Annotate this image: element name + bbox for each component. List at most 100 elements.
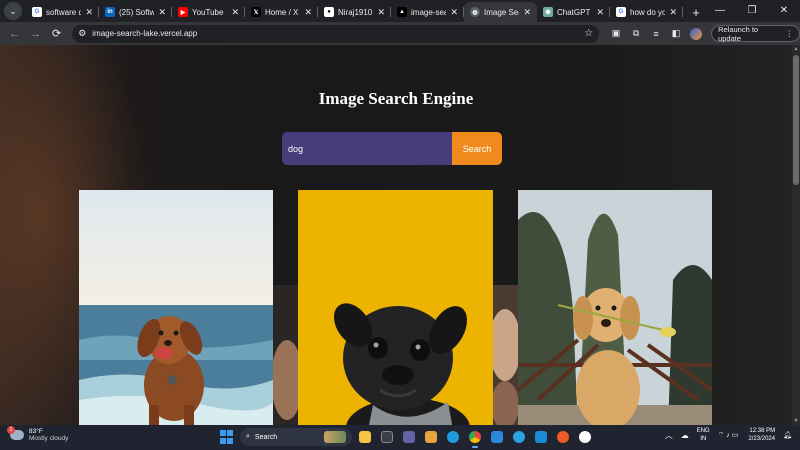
- search-icon: ⌕: [246, 433, 250, 440]
- address-bar[interactable]: ⚙ image-search-lake.vercel.app ☆: [72, 24, 600, 43]
- more-menu-icon[interactable]: ⋮: [785, 29, 793, 38]
- tab-image-search-active[interactable]: ◍ Image Search ✕: [464, 2, 537, 22]
- weather-condition: Mostly cloudy: [29, 435, 69, 442]
- windows-taskbar: 1 83°F Mostly cloudy ⌕ Search ︿ ☁ ENG IN…: [0, 425, 800, 450]
- search-button[interactable]: Search: [452, 132, 502, 165]
- tab-title: Niraj1910 - G: [338, 7, 373, 17]
- taskbar-search-box[interactable]: ⌕ Search: [240, 428, 352, 446]
- telegram-app-icon[interactable]: [510, 428, 528, 446]
- onedrive-icon[interactable]: ☁: [681, 431, 689, 440]
- clock-date-text: 2/23/2024: [748, 436, 776, 442]
- tab-youtube[interactable]: ▶ YouTube ✕: [172, 2, 245, 22]
- linkedin-icon: in: [105, 7, 115, 17]
- show-hidden-icons-chevron-icon[interactable]: ︿: [665, 430, 673, 441]
- media-controls-icon[interactable]: ≡: [647, 25, 665, 43]
- vercel-icon: ▲: [397, 7, 407, 17]
- tab-close-icon[interactable]: ✕: [231, 7, 239, 18]
- github-desktop-app-icon[interactable]: [576, 428, 594, 446]
- forward-arrow-icon[interactable]: →: [26, 24, 45, 44]
- wifi-volume-battery-icons[interactable]: ⌔♪▭: [718, 431, 741, 440]
- tab-github[interactable]: ● Niraj1910 - G ✕: [318, 2, 391, 22]
- tab-title: (25) Software: [119, 7, 155, 17]
- chrome-app-icon[interactable]: [466, 428, 484, 448]
- tab-search-chevron-icon[interactable]: ⌄: [4, 2, 22, 20]
- windows-start-icon[interactable]: [218, 428, 236, 446]
- file-explorer-app-icon[interactable]: [356, 428, 374, 446]
- tab-title: ChatGPT: [557, 7, 591, 17]
- image-result-card[interactable]: [298, 190, 493, 425]
- clock-time: 12:38 PM: [749, 428, 776, 434]
- weather-widget[interactable]: 1 83°F Mostly cloudy: [7, 426, 69, 442]
- dog-beach-image: [79, 190, 273, 425]
- folder-app-icon[interactable]: [422, 428, 440, 446]
- tab-close-icon[interactable]: ✕: [85, 7, 93, 18]
- tab-title: YouTube: [192, 7, 224, 17]
- language-indicator[interactable]: ENG IN: [697, 427, 710, 443]
- close-window-icon[interactable]: ✕: [768, 0, 800, 20]
- notification-bell-icon[interactable]: 🔔︎: [783, 431, 792, 439]
- tab-title: Home / X: [265, 7, 299, 17]
- system-tray: ︿ ☁ ENG IN ⌔♪▭ 12:38 PM 2/23/2024 🔔︎: [665, 427, 792, 443]
- background-image-peek: [273, 285, 298, 425]
- language-code: ENG: [696, 428, 710, 434]
- tab-close-icon[interactable]: ✕: [596, 7, 604, 18]
- background-image-peek: [493, 285, 518, 425]
- tab-close-icon[interactable]: ✕: [158, 7, 166, 18]
- google-icon: G: [32, 7, 42, 17]
- tab-x-home[interactable]: 𝕏 Home / X ✕: [245, 2, 318, 22]
- tab-chatgpt[interactable]: ✺ ChatGPT ✕: [537, 2, 610, 22]
- tab-close-icon[interactable]: ✕: [377, 7, 385, 18]
- page-scrollbar[interactable]: ▲ ▼: [792, 45, 800, 425]
- tab-close-icon[interactable]: ✕: [669, 7, 677, 18]
- golden-retriever-flower-image: [518, 190, 712, 425]
- restore-icon[interactable]: ❐: [736, 0, 768, 20]
- google-icon: G: [616, 7, 626, 17]
- x-icon: 𝕏: [251, 7, 261, 17]
- tab-linkedin[interactable]: in (25) Software ✕: [99, 2, 172, 22]
- tab-close-icon[interactable]: ✕: [450, 7, 458, 18]
- reload-icon[interactable]: ⟳: [47, 24, 66, 44]
- tab-vercel[interactable]: ▲ image-search ✕: [391, 2, 464, 22]
- scrollbar-thumb[interactable]: [793, 55, 799, 185]
- search-input[interactable]: [282, 132, 452, 165]
- puzzle-extensions-icon[interactable]: ⧉: [627, 25, 645, 43]
- vscode-app-icon[interactable]: [532, 428, 550, 446]
- browser-tab-strip: ⌄ G software dev ✕ in (25) Software ✕ ▶ …: [0, 0, 800, 22]
- profile-avatar-icon[interactable]: [687, 25, 705, 43]
- clock-date[interactable]: 12:38 PM 2/23/2024: [748, 427, 775, 443]
- relaunch-to-update-button[interactable]: Relaunch to update ⋮: [711, 25, 800, 43]
- search-form: Search: [282, 132, 502, 165]
- tab-close-icon[interactable]: ✕: [304, 7, 312, 18]
- side-panel-icon[interactable]: ◧: [667, 25, 685, 43]
- globe-icon: ◍: [470, 7, 480, 17]
- search-highlight-image: [324, 431, 346, 443]
- postman-app-icon[interactable]: [554, 428, 572, 446]
- taskbar-center: ⌕ Search: [218, 428, 594, 448]
- edge-app-icon[interactable]: [444, 428, 462, 446]
- page-title: Image Search Engine: [318, 89, 474, 108]
- terminal-app-icon[interactable]: [378, 428, 396, 446]
- image-result-card[interactable]: [79, 190, 273, 425]
- tab-software-dev[interactable]: G software dev ✕: [26, 2, 99, 22]
- tab-title: software dev: [46, 7, 82, 17]
- scroll-up-arrow-icon[interactable]: ▲: [792, 45, 800, 53]
- store-app-icon[interactable]: [488, 428, 506, 446]
- back-arrow-icon[interactable]: ←: [5, 24, 24, 44]
- youtube-icon: ▶: [178, 7, 188, 17]
- tab-close-icon[interactable]: ✕: [523, 7, 531, 18]
- tab-title: how do you: [630, 7, 666, 17]
- browser-toolbar: ← → ⟳ ⚙ image-search-lake.vercel.app ☆ ▣…: [0, 22, 800, 45]
- minimize-icon[interactable]: —: [704, 0, 736, 20]
- toolbar-icons: ▣ ⧉ ≡ ◧: [607, 25, 705, 43]
- pug-yellow-image: [298, 190, 493, 425]
- tab-title: Image Search: [484, 7, 519, 17]
- site-settings-icon[interactable]: ⚙: [78, 28, 86, 39]
- new-tab-plus-icon[interactable]: +: [687, 3, 705, 21]
- bookmark-star-icon[interactable]: ☆: [584, 28, 593, 39]
- web-page-content: Image Search Engine Search: [0, 45, 792, 425]
- image-result-card[interactable]: [518, 190, 712, 425]
- tab-google-how-do-you[interactable]: G how do you ✕: [610, 2, 683, 22]
- extension-icon[interactable]: ▣: [607, 25, 625, 43]
- scroll-down-arrow-icon[interactable]: ▼: [792, 417, 800, 425]
- teams-app-icon[interactable]: [400, 428, 418, 446]
